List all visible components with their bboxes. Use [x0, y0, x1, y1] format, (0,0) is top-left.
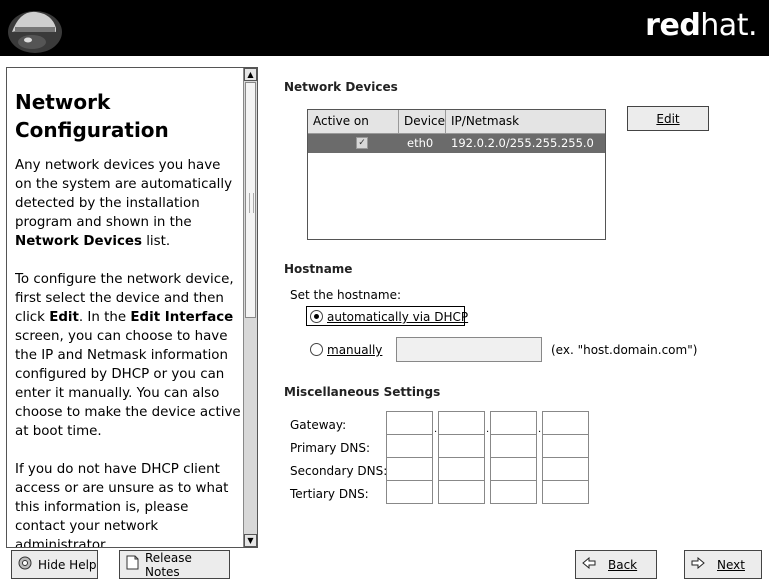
redhat-wordmark: redhat.: [645, 8, 757, 43]
network-devices-table[interactable]: Active on Boot Device IP/Netmask ✓ eth0 …: [307, 109, 606, 240]
document-icon: [126, 555, 139, 574]
misc-settings-heading: Miscellaneous Settings: [284, 385, 441, 399]
secondary-dns-label: Secondary DNS:: [290, 464, 388, 478]
help-paragraph: To configure the network device, first s…: [15, 272, 241, 439]
gateway-octet-1[interactable]: [386, 411, 433, 435]
tertiary-dns-octet-4[interactable]: [542, 480, 589, 504]
primary-dns-label: Primary DNS:: [290, 441, 371, 455]
secondary-dns-octet-2[interactable]: [438, 457, 485, 481]
secondary-dns-octet-3[interactable]: [490, 457, 537, 481]
tertiary-dns-label: Tertiary DNS:: [290, 487, 369, 501]
help-paragraph: Any network devices you have on the syst…: [15, 158, 233, 249]
release-notes-button[interactable]: Release Notes: [119, 550, 230, 579]
hostname-input[interactable]: [396, 337, 542, 362]
hide-help-button[interactable]: Hide Help: [11, 550, 98, 579]
ip-netmask-cell: 192.0.2.0/255.255.255.0: [451, 136, 594, 150]
shadowman-logo-icon: [8, 11, 62, 53]
active-on-boot-checkbox[interactable]: ✓: [356, 137, 368, 149]
radio-manual-label[interactable]: manually: [327, 343, 382, 357]
tertiary-dns-octet-3[interactable]: [490, 480, 537, 504]
radio-manual[interactable]: [310, 343, 323, 356]
gateway-octet-4[interactable]: [542, 411, 589, 435]
radio-auto-dhcp[interactable]: [310, 310, 323, 323]
primary-dns-octet-1[interactable]: [386, 434, 433, 458]
table-row[interactable]: ✓ eth0 192.0.2.0/255.255.255.0: [308, 134, 605, 153]
arrow-left-icon: [582, 556, 596, 573]
column-header-ip[interactable]: IP/Netmask: [446, 110, 605, 133]
tertiary-dns-octet-1[interactable]: [386, 480, 433, 504]
radio-auto-dhcp-label[interactable]: automatically via DHCP: [327, 310, 468, 324]
table-header: Active on Boot Device IP/Netmask: [308, 110, 605, 151]
help-panel: Network Configuration Any network device…: [6, 67, 258, 548]
gateway-octet-2[interactable]: [438, 411, 485, 435]
hide-help-icon: [18, 556, 32, 574]
back-button[interactable]: Back: [575, 550, 657, 579]
header-banner: redhat.: [0, 0, 769, 56]
next-button[interactable]: Next: [684, 550, 762, 579]
primary-dns-octet-3[interactable]: [490, 434, 537, 458]
gateway-label: Gateway:: [290, 418, 347, 432]
help-paragraph: If you do not have DHCP client access or…: [15, 462, 229, 548]
column-header-device[interactable]: Device: [399, 110, 446, 133]
primary-dns-octet-4[interactable]: [542, 434, 589, 458]
help-title: Network Configuration: [15, 90, 169, 142]
arrow-right-icon: [691, 556, 705, 573]
primary-dns-octet-2[interactable]: [438, 434, 485, 458]
hostname-example: (ex. "host.domain.com"): [551, 343, 698, 357]
scroll-up-arrow-icon[interactable]: ▲: [244, 68, 257, 81]
grip-icon: [249, 193, 254, 213]
scroll-thumb[interactable]: [245, 82, 256, 318]
secondary-dns-octet-1[interactable]: [386, 457, 433, 481]
help-scrollbar[interactable]: ▲ ▼: [243, 68, 257, 547]
device-cell: eth0: [407, 136, 434, 150]
set-hostname-label: Set the hostname:: [290, 288, 402, 302]
network-devices-heading: Network Devices: [284, 80, 398, 94]
tertiary-dns-octet-2[interactable]: [438, 480, 485, 504]
column-header-active[interactable]: Active on Boot: [308, 110, 399, 151]
scroll-down-arrow-icon[interactable]: ▼: [244, 534, 257, 547]
secondary-dns-octet-4[interactable]: [542, 457, 589, 481]
edit-button[interactable]: Edit: [627, 106, 709, 131]
hostname-heading: Hostname: [284, 262, 353, 276]
gateway-octet-3[interactable]: [490, 411, 537, 435]
help-text-area: Network Configuration Any network device…: [15, 88, 241, 548]
